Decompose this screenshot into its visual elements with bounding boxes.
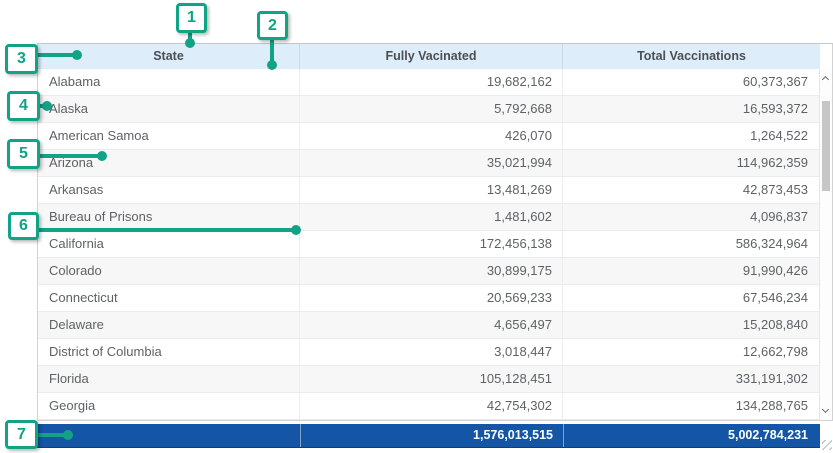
- marker-label: 6: [8, 212, 39, 240]
- fully-vaccinated-cell: 172,456,138: [300, 231, 563, 257]
- marker-label: 3: [5, 44, 38, 74]
- total-total-vaccinations-cell: 5,002,784,231: [563, 424, 820, 447]
- marker-dot: [42, 101, 52, 111]
- total-vaccinations-cell: 12,662,798: [563, 339, 820, 365]
- total-vaccinations-cell: 134,288,765: [563, 393, 820, 419]
- scroll-up-icon[interactable]: [822, 76, 829, 83]
- total-vaccinations-cell: 42,873,453: [563, 177, 820, 203]
- total-state-cell: [37, 424, 300, 447]
- marker-label: 2: [257, 11, 288, 40]
- fully-vaccinated-cell: 4,656,497: [300, 312, 563, 338]
- marker-label: 1: [176, 3, 207, 33]
- resize-grip[interactable]: [822, 440, 832, 450]
- total-fully-vaccinated-cell: 1,576,013,515: [300, 424, 563, 447]
- total-vaccinations-cell: 60,373,367: [563, 69, 820, 95]
- total-vaccinations-cell: 1,264,522: [563, 123, 820, 149]
- table-row[interactable]: Delaware 4,656,497 15,208,840: [38, 312, 820, 339]
- table-row[interactable]: Arkansas 13,481,269 42,873,453: [38, 177, 820, 204]
- marker-dot: [291, 225, 301, 235]
- table-row[interactable]: California 172,456,138 586,324,964: [38, 231, 820, 258]
- marker-label: 5: [7, 139, 40, 169]
- marker-line: [36, 53, 76, 57]
- column-header-fully-vaccinated[interactable]: Fully Vacinated: [300, 44, 563, 69]
- total-vaccinations-cell: 16,593,372: [563, 96, 820, 122]
- fully-vaccinated-cell: 20,569,233: [300, 285, 563, 311]
- marker-line: [270, 40, 274, 61]
- state-cell: California: [38, 231, 300, 257]
- marker-dot: [185, 38, 195, 48]
- marker-dot: [267, 60, 277, 70]
- marker-line: [37, 228, 293, 232]
- state-cell: Alaska: [38, 96, 300, 122]
- fully-vaccinated-cell: 13,481,269: [300, 177, 563, 203]
- table-row[interactable]: Alabama 19,682,162 60,373,367: [38, 69, 820, 96]
- marker-dot: [97, 151, 107, 161]
- total-vaccinations-cell: 4,096,837: [563, 204, 820, 230]
- table-row[interactable]: Bureau of Prisons 1,481,602 4,096,837: [38, 204, 820, 231]
- state-cell: Alabama: [38, 69, 300, 95]
- vertical-scrollbar[interactable]: [819, 69, 832, 420]
- fully-vaccinated-cell: 19,682,162: [300, 69, 563, 95]
- table-row[interactable]: American Samoa 426,070 1,264,522: [38, 123, 820, 150]
- table-row[interactable]: District of Columbia 3,018,447 12,662,79…: [38, 339, 820, 366]
- marker-line: [36, 433, 66, 437]
- table-row[interactable]: Connecticut 20,569,233 67,546,234: [38, 285, 820, 312]
- marker-line: [38, 154, 100, 158]
- state-cell: Bureau of Prisons: [38, 204, 300, 230]
- table-row[interactable]: Colorado 30,899,175 91,990,426: [38, 258, 820, 285]
- table-row[interactable]: Georgia 42,754,302 134,288,765: [38, 393, 820, 420]
- state-cell: Delaware: [38, 312, 300, 338]
- scrollbar-thumb[interactable]: [822, 101, 830, 191]
- total-vaccinations-cell: 67,546,234: [563, 285, 820, 311]
- total-vaccinations-cell: 91,990,426: [563, 258, 820, 284]
- fully-vaccinated-cell: 426,070: [300, 123, 563, 149]
- fully-vaccinated-cell: 30,899,175: [300, 258, 563, 284]
- table-row[interactable]: Alaska 5,792,668 16,593,372: [38, 96, 820, 123]
- state-cell: Colorado: [38, 258, 300, 284]
- state-cell: American Samoa: [38, 123, 300, 149]
- fully-vaccinated-cell: 105,128,451: [300, 366, 563, 392]
- state-cell: Arkansas: [38, 177, 300, 203]
- marker-dot: [63, 430, 73, 440]
- marker-label: 7: [5, 420, 38, 449]
- data-table: State Fully Vacinated Total Vaccinations…: [37, 43, 833, 421]
- state-cell: Connecticut: [38, 285, 300, 311]
- fully-vaccinated-cell: 5,792,668: [300, 96, 563, 122]
- state-cell: Georgia: [38, 393, 300, 419]
- table-header: State Fully Vacinated Total Vaccinations: [38, 44, 820, 69]
- table-body: Alabama 19,682,162 60,373,367 Alaska 5,7…: [38, 69, 820, 420]
- state-cell: Florida: [38, 366, 300, 392]
- marker-label: 4: [7, 91, 40, 121]
- total-vaccinations-cell: 586,324,964: [563, 231, 820, 257]
- state-cell: District of Columbia: [38, 339, 300, 365]
- scroll-down-icon[interactable]: [822, 406, 829, 413]
- fully-vaccinated-cell: 1,481,602: [300, 204, 563, 230]
- fully-vaccinated-cell: 42,754,302: [300, 393, 563, 419]
- total-vaccinations-cell: 15,208,840: [563, 312, 820, 338]
- table-row[interactable]: Arizona 35,021,994 114,962,359: [38, 150, 820, 177]
- column-header-total-vaccinations[interactable]: Total Vaccinations: [563, 44, 820, 69]
- fully-vaccinated-cell: 35,021,994: [300, 150, 563, 176]
- total-vaccinations-cell: 114,962,359: [563, 150, 820, 176]
- table-row[interactable]: Florida 105,128,451 331,191,302: [38, 366, 820, 393]
- marker-dot: [72, 50, 82, 60]
- table-total-row: 1,576,013,515 5,002,784,231: [37, 424, 820, 448]
- fully-vaccinated-cell: 3,018,447: [300, 339, 563, 365]
- total-vaccinations-cell: 331,191,302: [563, 366, 820, 392]
